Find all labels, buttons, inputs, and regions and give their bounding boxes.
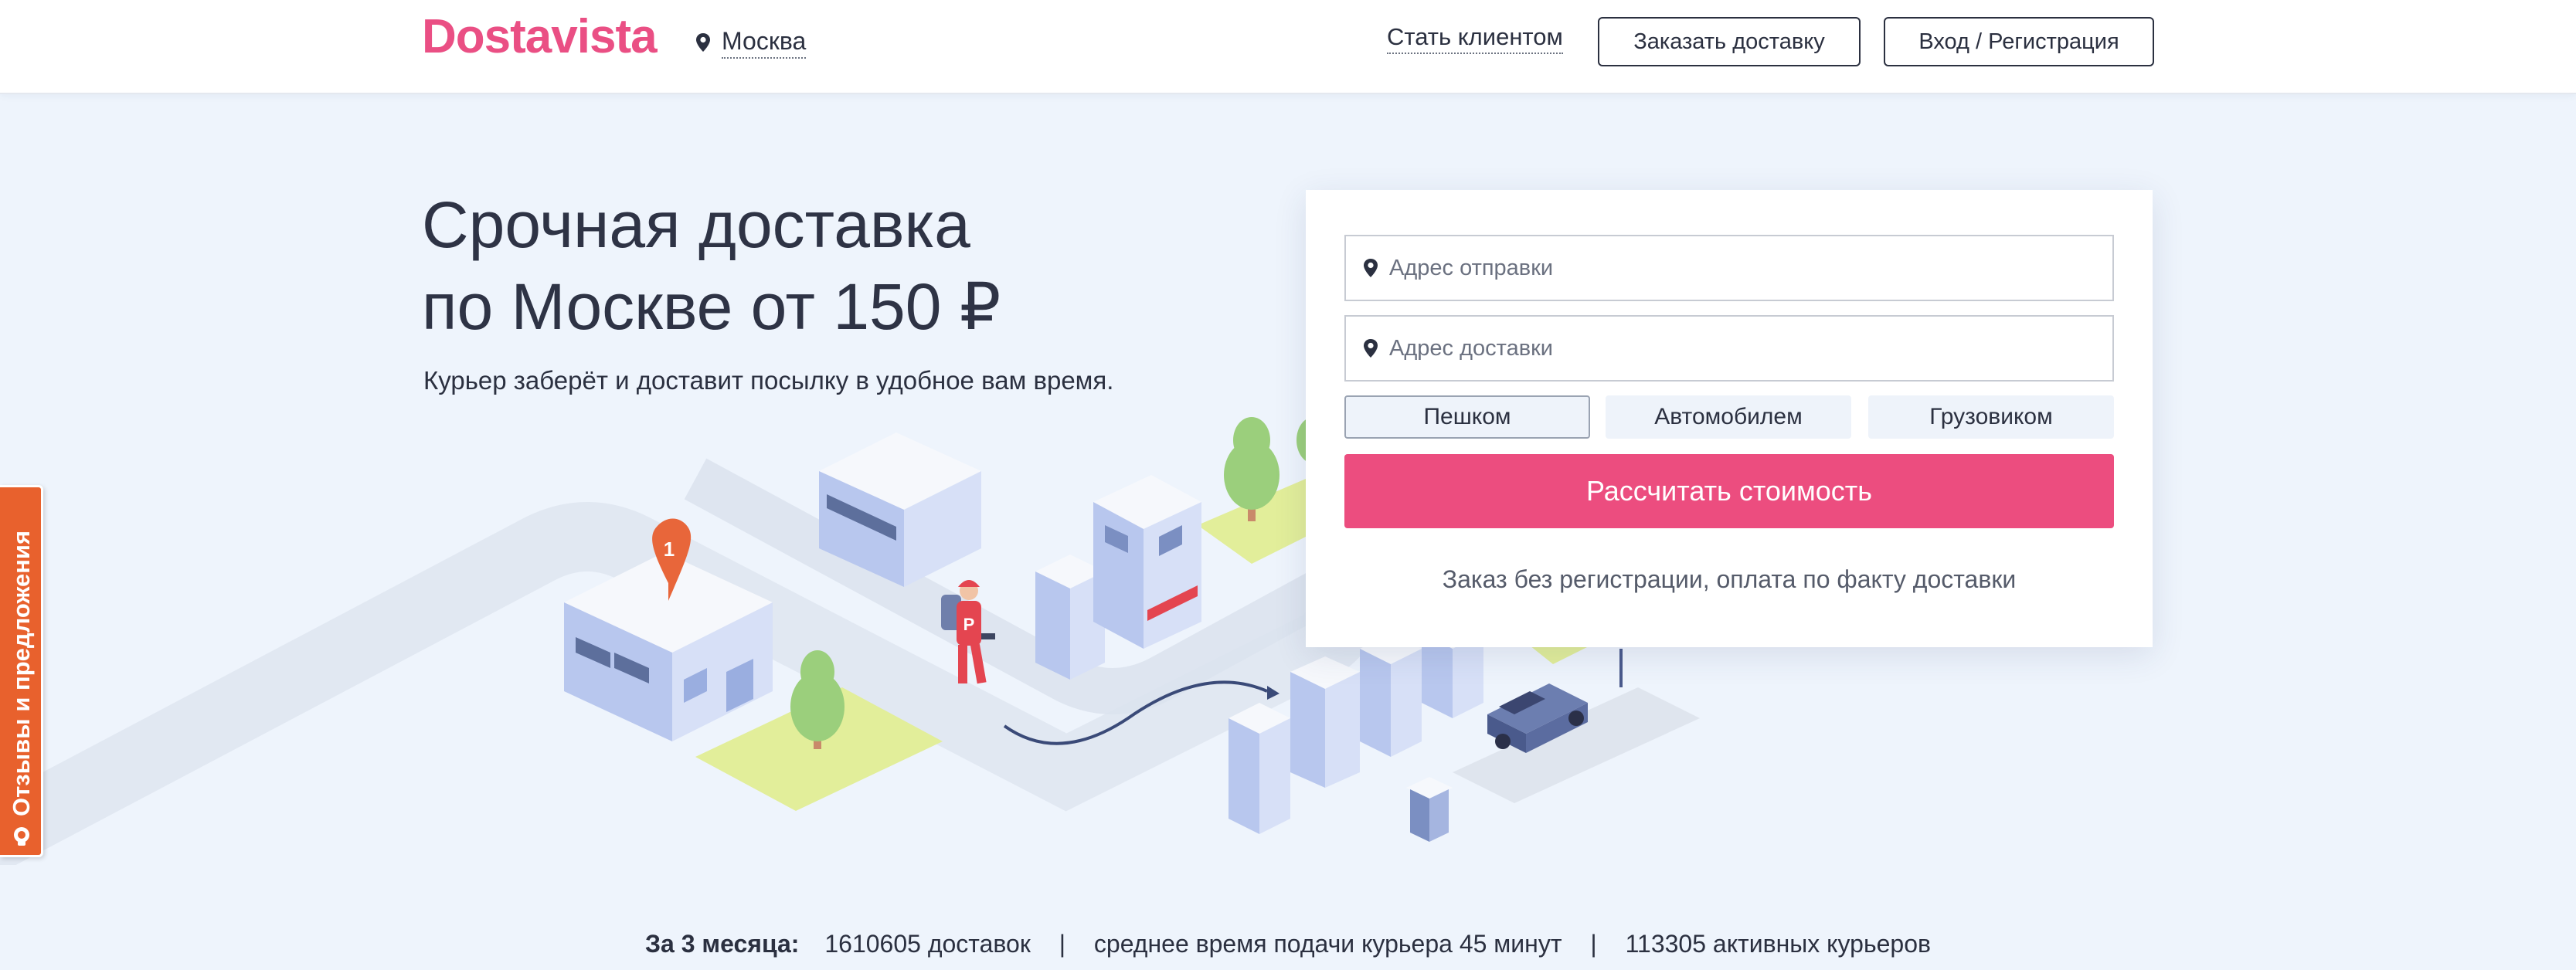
pickup-address-field[interactable] (1344, 235, 2114, 301)
city-label[interactable]: Москва (722, 27, 807, 59)
pickup-address-input[interactable] (1389, 245, 2085, 291)
stats-separator: | (1590, 930, 1597, 958)
feedback-label: Отзывы и предложения (8, 530, 35, 816)
mode-car-button[interactable]: Автомобилем (1606, 395, 1851, 439)
marker-number: 1 (664, 538, 675, 561)
calculate-cost-button[interactable]: Рассчитать стоимость (1344, 454, 2114, 528)
stats-lead: За 3 месяца: (645, 930, 800, 958)
login-register-button[interactable]: Вход / Регистрация (1884, 17, 2154, 66)
delivery-address-field[interactable] (1344, 315, 2114, 382)
city-selector[interactable]: Москва (695, 23, 807, 62)
order-delivery-button[interactable]: Заказать доставку (1598, 17, 1861, 66)
delivery-form-card: Пешком Автомобилем Грузовиком Рассчитать… (1306, 190, 2153, 647)
mode-truck-button[interactable]: Грузовиком (1868, 395, 2114, 439)
form-note: Заказ без регистрации, оплата по факту д… (1442, 565, 2017, 593)
feedback-tab[interactable]: Отзывы и предложения (0, 485, 43, 857)
booth (1406, 777, 1453, 842)
hero-title-line-1: Срочная доставка (422, 188, 970, 261)
feedback-tab-content: Отзывы и предложения (0, 487, 43, 860)
stats-deliveries: 1610605 доставок (824, 930, 1031, 958)
logo[interactable]: Dostavista (422, 9, 658, 64)
become-client-link[interactable]: Стать клиентом (1387, 23, 1563, 54)
stats-avg-time: среднее время подачи курьера 45 минут (1093, 930, 1562, 958)
location-pin-icon (1364, 259, 1378, 277)
mode-walk-button[interactable]: Пешком (1344, 395, 1590, 439)
hero-title: Срочная доставка по Москве от 150 ₽ (422, 184, 1272, 348)
courier-bag-letter: Р (963, 615, 975, 634)
delivery-address-input[interactable] (1389, 325, 2085, 371)
lightbulb-icon (14, 827, 29, 846)
site-header: Dostavista Москва Стать клиентом Заказат… (0, 0, 2576, 94)
stats-bar: За 3 месяца: 1610605 доставок | среднее … (0, 930, 2576, 958)
location-pin-icon (696, 33, 710, 52)
stats-separator: | (1059, 930, 1066, 958)
location-pin-icon (1364, 339, 1378, 358)
stats-couriers: 113305 активных курьеров (1625, 930, 1931, 958)
hero-title-line-2: по Москве от 150 ₽ (422, 270, 1001, 343)
